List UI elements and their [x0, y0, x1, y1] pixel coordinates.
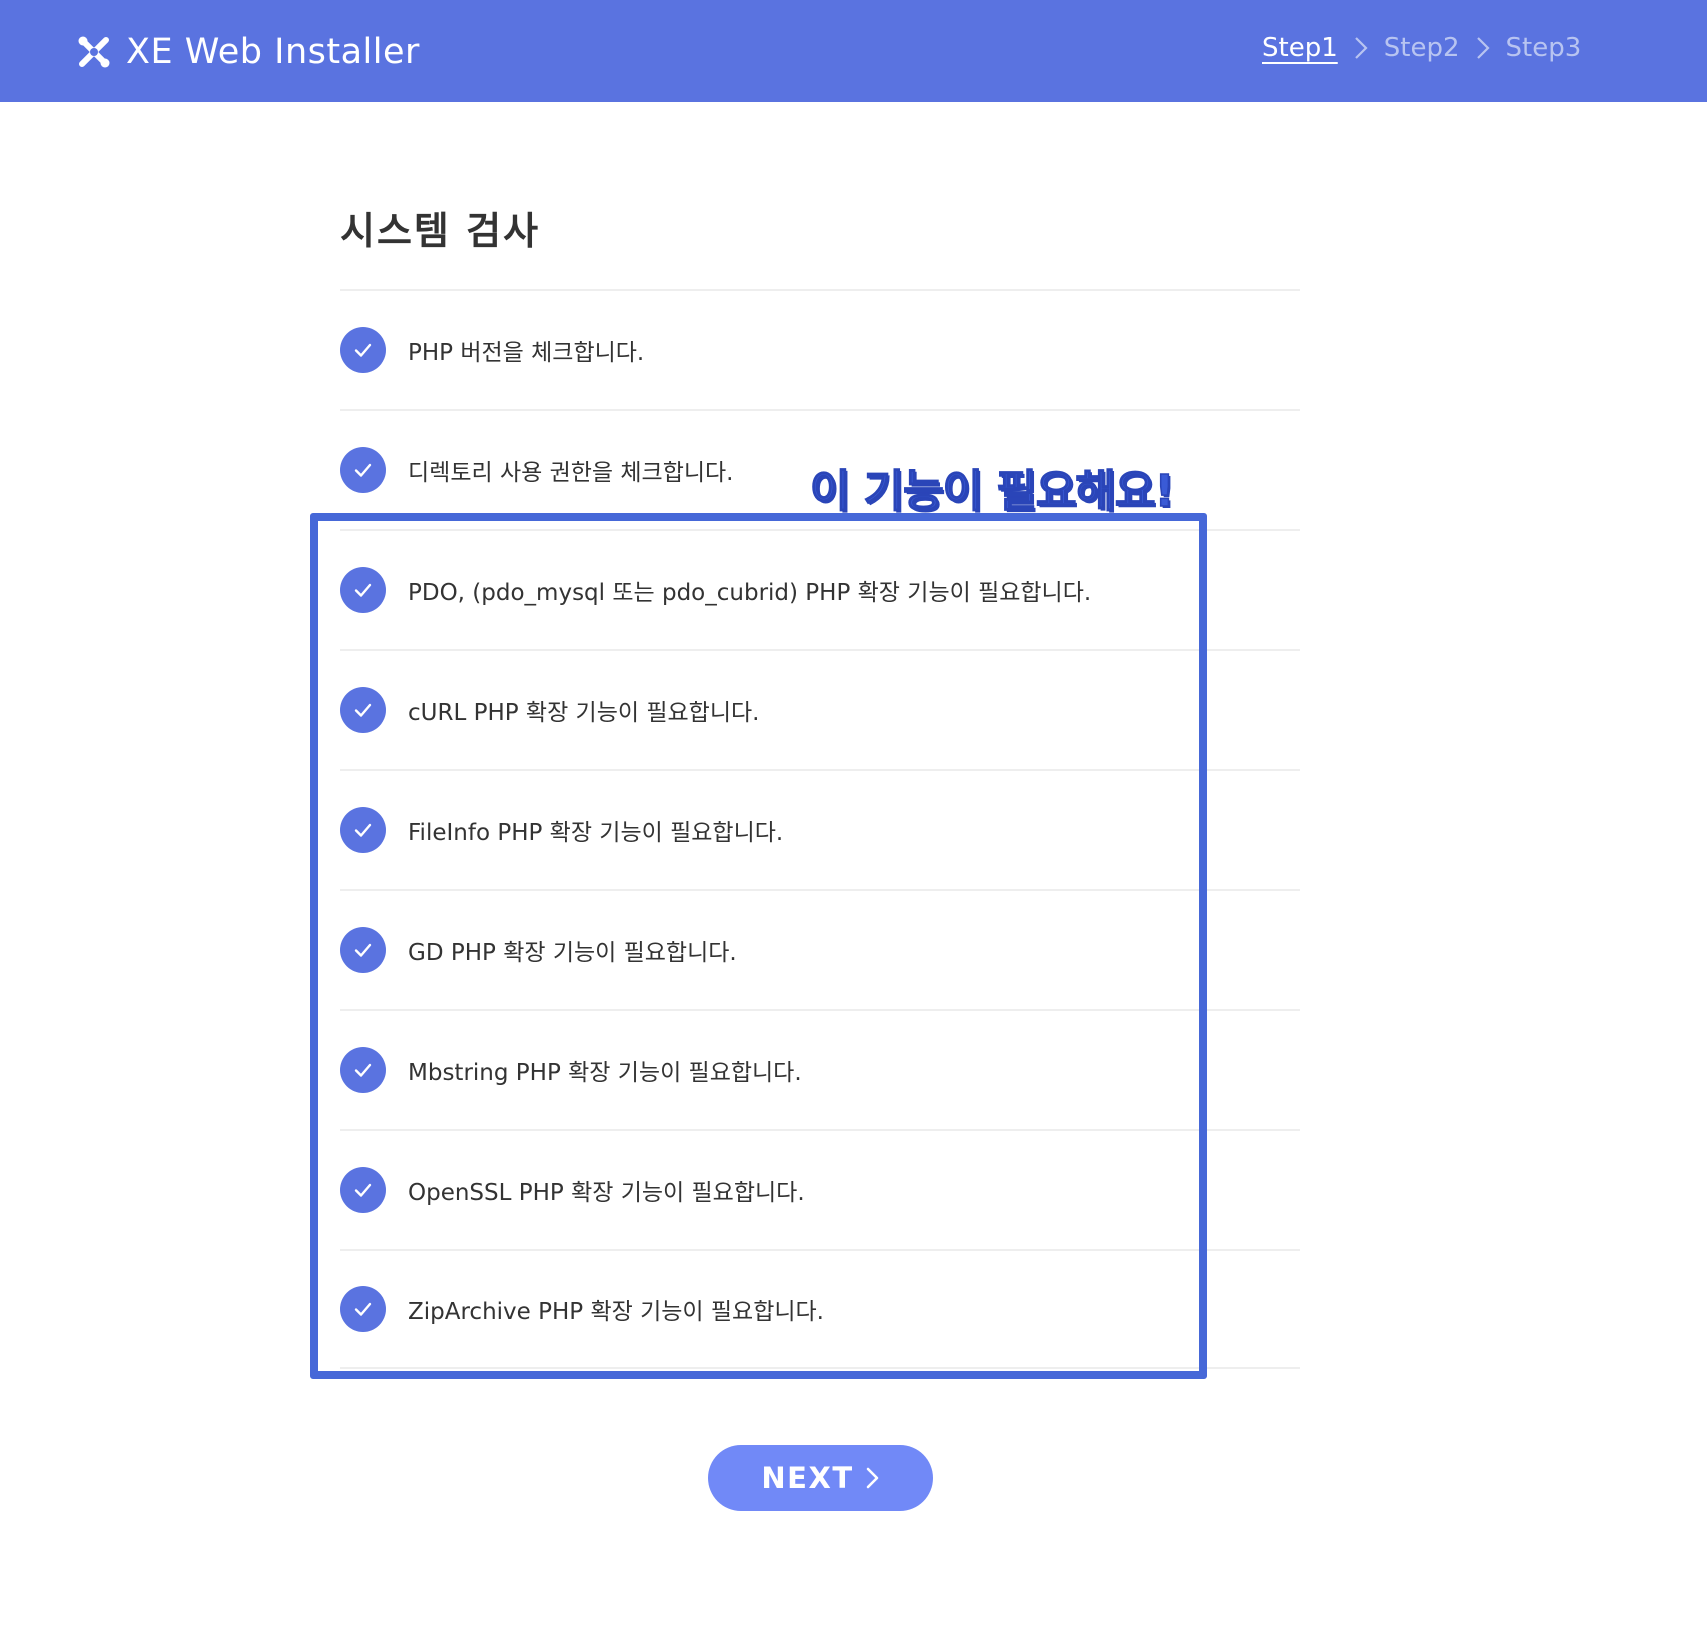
chevron-right-icon — [1338, 35, 1384, 61]
checkmark-circle-icon — [340, 447, 386, 493]
top-header: XE Web Installer Step1 Step2 Step3 — [0, 0, 1707, 102]
xe-logo-icon — [78, 36, 110, 68]
chevron-right-icon — [866, 1467, 878, 1489]
checkmark-circle-icon — [340, 1047, 386, 1093]
checkmark-circle-icon — [340, 687, 386, 733]
page-title: 시스템 검사 — [340, 209, 541, 253]
brand: XE Web Installer — [74, 30, 420, 74]
check-item-curl: cURL PHP 확장 기능이 필요합니다. — [340, 649, 1300, 769]
checkmark-circle-icon — [340, 567, 386, 613]
check-label: OpenSSL PHP 확장 기능이 필요합니다. — [408, 1180, 805, 1206]
step-indicator: Step1 Step2 Step3 — [1262, 28, 1581, 68]
check-item-mbstring: Mbstring PHP 확장 기능이 필요합니다. — [340, 1009, 1300, 1129]
check-item-gd: GD PHP 확장 기능이 필요합니다. — [340, 889, 1300, 1009]
check-label: Mbstring PHP 확장 기능이 필요합니다. — [408, 1060, 802, 1086]
app-title: XE Web Installer — [126, 32, 420, 72]
check-label: PDO, (pdo_mysql 또는 pdo_cubrid) PHP 확장 기능… — [408, 580, 1092, 606]
check-item-ziparchive: ZipArchive PHP 확장 기능이 필요합니다. — [340, 1249, 1300, 1369]
next-button[interactable]: NEXT — [708, 1445, 933, 1511]
check-item-pdo: PDO, (pdo_mysql 또는 pdo_cubrid) PHP 확장 기능… — [340, 529, 1300, 649]
check-label: cURL PHP 확장 기능이 필요합니다. — [408, 700, 760, 726]
checkmark-circle-icon — [340, 807, 386, 853]
check-item-openssl: OpenSSL PHP 확장 기능이 필요합니다. — [340, 1129, 1300, 1249]
chevron-right-icon — [1460, 35, 1506, 61]
checkmark-circle-icon — [340, 927, 386, 973]
step-1[interactable]: Step1 — [1262, 33, 1338, 63]
check-item-fileinfo: FileInfo PHP 확장 기능이 필요합니다. — [340, 769, 1300, 889]
check-label: PHP 버전을 체크합니다. — [408, 340, 645, 366]
check-label: GD PHP 확장 기능이 필요합니다. — [408, 940, 737, 966]
check-item-php-version: PHP 버전을 체크합니다. — [340, 289, 1300, 409]
check-label: FileInfo PHP 확장 기능이 필요합니다. — [408, 820, 784, 846]
checkmark-circle-icon — [340, 1286, 386, 1332]
next-button-label: NEXT — [761, 1461, 854, 1495]
step-3: Step3 — [1505, 33, 1582, 63]
system-check-list: PHP 버전을 체크합니다. 디렉토리 사용 권한을 체크합니다. PDO, (… — [340, 289, 1300, 1369]
check-label: 디렉토리 사용 권한을 체크합니다. — [408, 460, 734, 486]
checkmark-circle-icon — [340, 1167, 386, 1213]
checkmark-circle-icon — [340, 327, 386, 373]
check-label: ZipArchive PHP 확장 기능이 필요합니다. — [408, 1299, 824, 1325]
step-2: Step2 — [1383, 33, 1460, 63]
annotation-label: 이 기능이 필요해요! — [809, 465, 1175, 518]
